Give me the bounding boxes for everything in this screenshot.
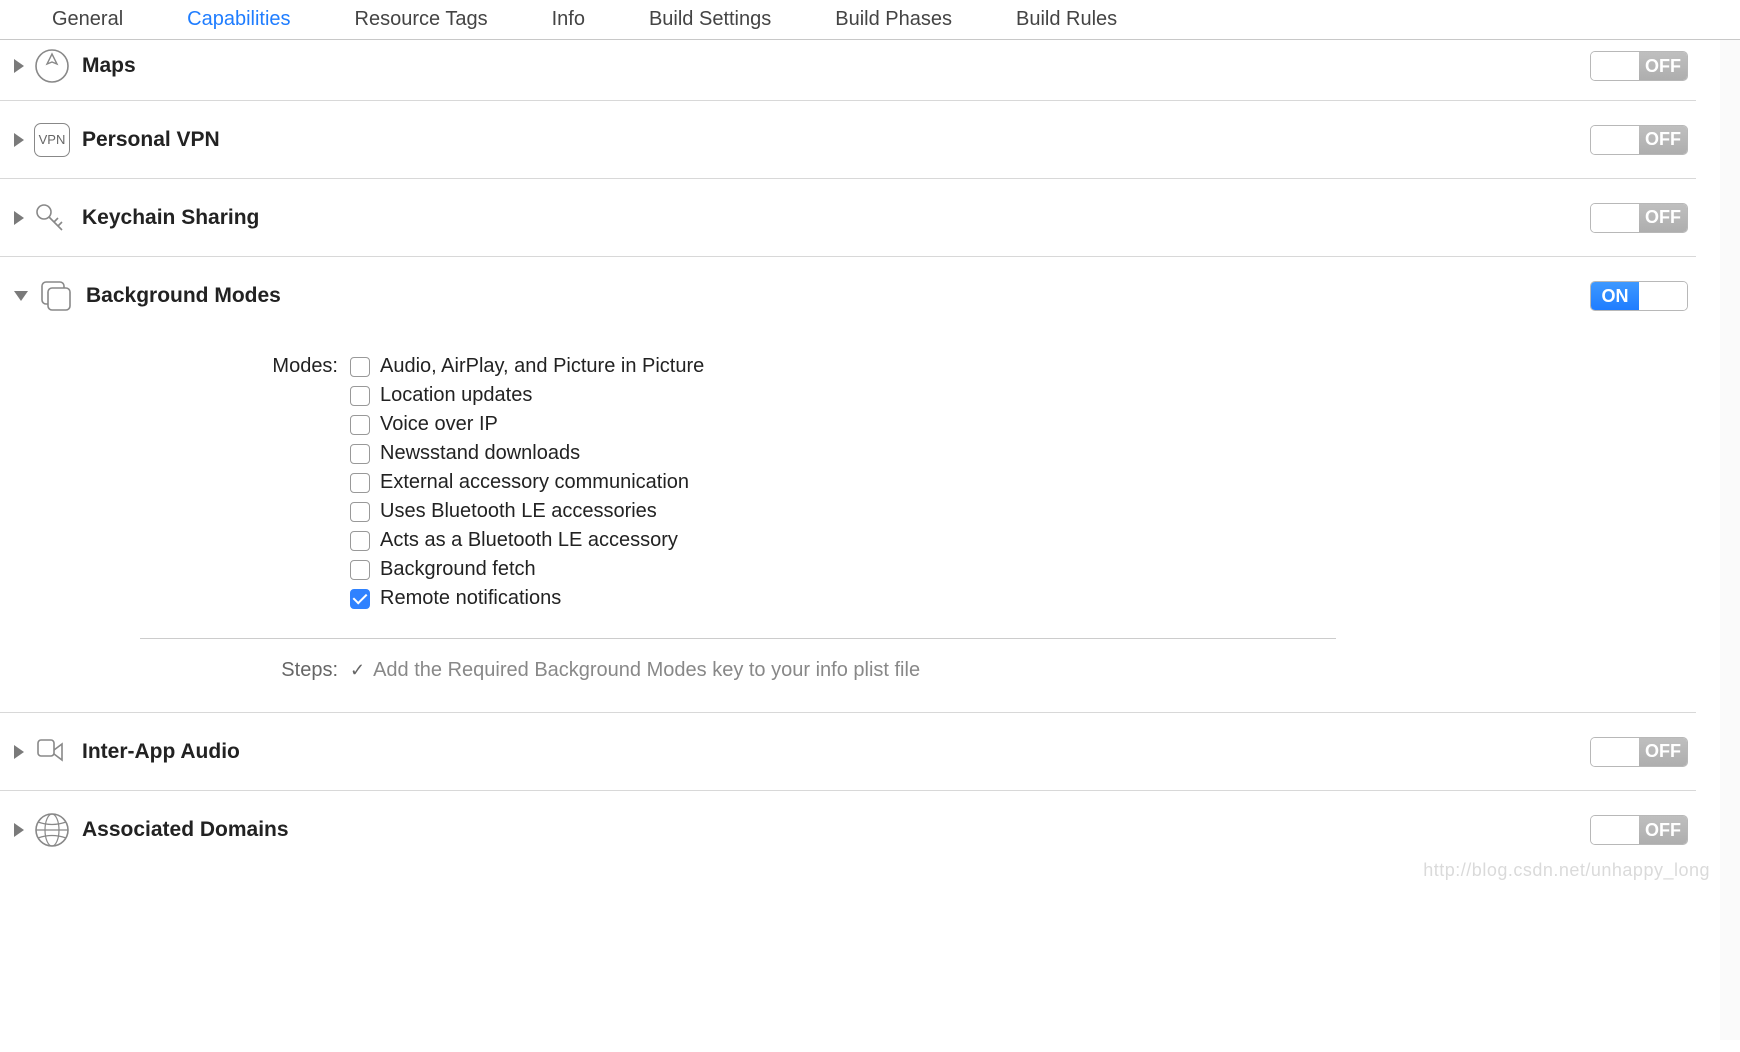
tab-build-rules[interactable]: Build Rules: [1014, 0, 1119, 39]
mode-checkbox-row: Audio, AirPlay, and Picture in Picture: [350, 355, 704, 378]
tab-general[interactable]: General: [50, 0, 125, 39]
mode-checkbox-row: Uses Bluetooth LE accessories: [350, 500, 704, 523]
capability-title: Background Modes: [86, 284, 1590, 308]
background-modes-detail: Modes: Audio, AirPlay, and Picture in Pi…: [0, 335, 1696, 713]
checkbox-label: Remote notifications: [380, 587, 561, 610]
checkbox-label: Location updates: [380, 384, 532, 407]
vpn-icon: VPN: [32, 120, 72, 160]
checkbox-label: Acts as a Bluetooth LE accessory: [380, 529, 678, 552]
capabilities-list: Maps OFF VPN Personal VPN OFF Keychain S…: [0, 40, 1720, 869]
capability-title: Keychain Sharing: [82, 206, 1590, 230]
mode-checkbox-row: Location updates: [350, 384, 704, 407]
checkbox[interactable]: [350, 357, 370, 377]
capability-row-maps: Maps OFF: [0, 40, 1696, 101]
checkbox[interactable]: [350, 473, 370, 493]
toggle-maps[interactable]: OFF: [1590, 51, 1688, 81]
mode-checkbox-row: Acts as a Bluetooth LE accessory: [350, 529, 704, 552]
checkbox[interactable]: [350, 444, 370, 464]
tab-capabilities[interactable]: Capabilities: [185, 0, 292, 39]
checkbox[interactable]: [350, 386, 370, 406]
toggle-background-modes[interactable]: ON: [1590, 281, 1688, 311]
mode-checkbox-row: External accessory communication: [350, 471, 704, 494]
tab-info[interactable]: Info: [550, 0, 587, 39]
disclosure-triangle-icon[interactable]: [14, 211, 24, 225]
toggle-associated-domains[interactable]: OFF: [1590, 815, 1688, 845]
checkbox-label: Newsstand downloads: [380, 442, 580, 465]
steps-label: Steps:: [140, 659, 350, 682]
disclosure-triangle-icon[interactable]: [14, 133, 24, 147]
checkbox-label: External accessory communication: [380, 471, 689, 494]
capability-title: Personal VPN: [82, 128, 1590, 152]
modes-checklist: Audio, AirPlay, and Picture in Picture Lo…: [350, 355, 704, 616]
toggle-personal-vpn[interactable]: OFF: [1590, 125, 1688, 155]
tab-build-settings[interactable]: Build Settings: [647, 0, 773, 39]
checkbox-label: Audio, AirPlay, and Picture in Picture: [380, 355, 704, 378]
capability-row-background-modes: Background Modes ON: [0, 257, 1696, 335]
disclosure-triangle-icon[interactable]: [14, 745, 24, 759]
checkmark-icon: ✓: [350, 660, 365, 681]
mode-checkbox-row: Remote notifications: [350, 587, 704, 610]
key-icon: [32, 198, 72, 238]
checkbox-label: Uses Bluetooth LE accessories: [380, 500, 657, 523]
checkbox[interactable]: [350, 589, 370, 609]
capability-title: Inter-App Audio: [82, 740, 1590, 764]
maps-icon: [32, 46, 72, 86]
capability-row-personal-vpn: VPN Personal VPN OFF: [0, 101, 1696, 179]
tab-resource-tags[interactable]: Resource Tags: [353, 0, 490, 39]
divider: [140, 638, 1336, 639]
toggle-inter-app-audio[interactable]: OFF: [1590, 737, 1688, 767]
capability-row-inter-app-audio: Inter-App Audio OFF: [0, 713, 1696, 791]
mode-checkbox-row: Voice over IP: [350, 413, 704, 436]
checkbox[interactable]: [350, 531, 370, 551]
checkbox[interactable]: [350, 415, 370, 435]
capability-title: Maps: [82, 54, 1590, 78]
disclosure-triangle-icon[interactable]: [14, 823, 24, 837]
mode-checkbox-row: Newsstand downloads: [350, 442, 704, 465]
toggle-keychain[interactable]: OFF: [1590, 203, 1688, 233]
checkbox-label: Background fetch: [380, 558, 536, 581]
checkbox-label: Voice over IP: [380, 413, 498, 436]
checkbox[interactable]: [350, 560, 370, 580]
tabs-bar: General Capabilities Resource Tags Info …: [0, 0, 1740, 40]
checkbox[interactable]: [350, 502, 370, 522]
globe-icon: [32, 810, 72, 850]
step-text: Add the Required Background Modes key to…: [373, 659, 920, 682]
disclosure-triangle-icon[interactable]: [14, 59, 24, 73]
mode-checkbox-row: Background fetch: [350, 558, 704, 581]
audio-icon: [32, 732, 72, 772]
tab-build-phases[interactable]: Build Phases: [833, 0, 954, 39]
capability-title: Associated Domains: [82, 818, 1590, 842]
disclosure-triangle-icon[interactable]: [14, 291, 28, 301]
capability-row-associated-domains: Associated Domains OFF: [0, 791, 1696, 869]
background-modes-icon: [36, 276, 76, 316]
watermark-text: http://blog.csdn.net/unhappy_long: [1423, 860, 1710, 881]
capability-row-keychain: Keychain Sharing OFF: [0, 179, 1696, 257]
modes-label: Modes:: [140, 355, 350, 616]
